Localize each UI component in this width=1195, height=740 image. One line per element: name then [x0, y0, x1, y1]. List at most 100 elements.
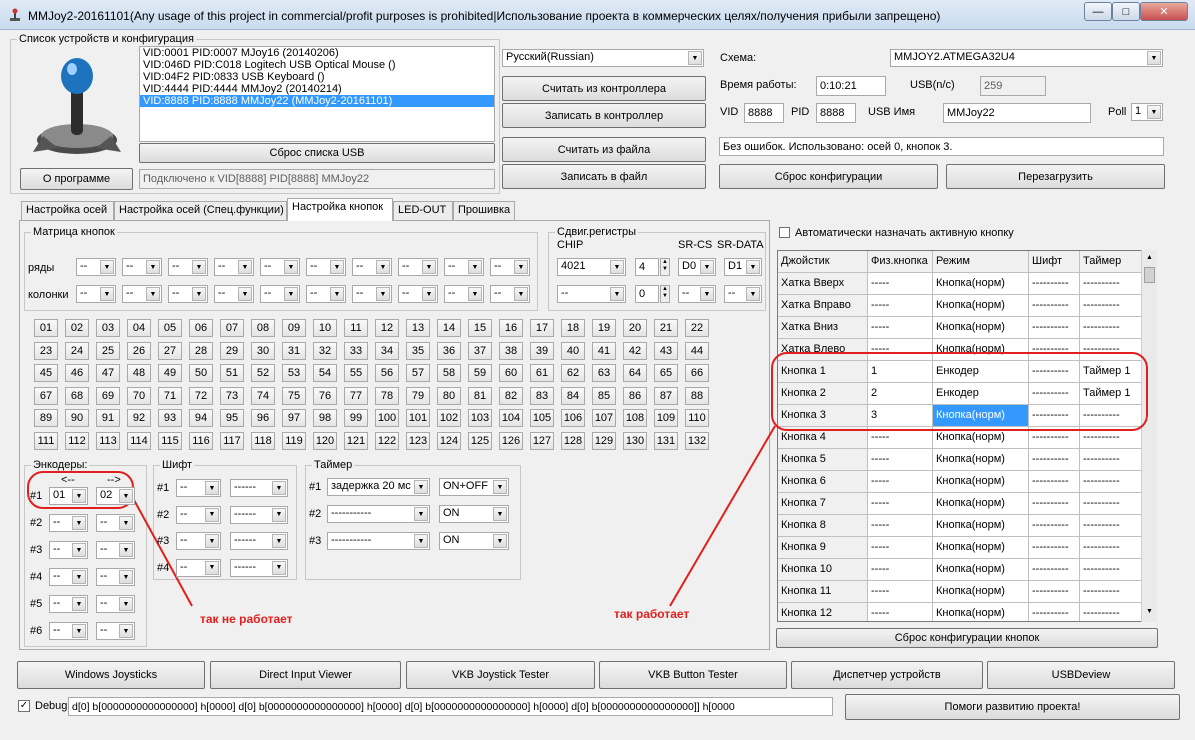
button-number-45[interactable]: 45: [34, 364, 58, 382]
sr-count-2[interactable]: 0: [635, 285, 659, 303]
timer-delay-select-3[interactable]: ----------- ▼: [327, 532, 430, 550]
scroll-up-icon[interactable]: ▲: [1143, 251, 1156, 265]
matrix-col-select[interactable]: -- ▼: [214, 285, 254, 303]
button-number-38[interactable]: 38: [499, 341, 523, 360]
table-cell[interactable]: ----------: [1029, 317, 1080, 339]
table-cell[interactable]: ----------: [1029, 493, 1080, 515]
table-cell[interactable]: -----: [868, 273, 933, 295]
encoder-right-select[interactable]: -- ▼: [96, 568, 135, 586]
reset-config-button[interactable]: Сброс конфигурации: [719, 164, 938, 189]
tab-axes-special[interactable]: Настройка осей (Спец.функции): [114, 201, 287, 220]
button-number-57[interactable]: 57: [406, 364, 430, 382]
tab-led-out[interactable]: LED-OUT: [393, 201, 453, 220]
table-cell[interactable]: Кнопка(норм): [933, 515, 1029, 537]
table-cell[interactable]: ----------: [1029, 603, 1080, 621]
timer-delay-select-1[interactable]: задержка 20 мс ▼: [327, 478, 430, 496]
button-number-128[interactable]: 128: [561, 431, 585, 450]
button-number-22[interactable]: 22: [685, 319, 709, 337]
button-number-8[interactable]: 08: [251, 319, 275, 337]
button-number-74[interactable]: 74: [251, 386, 275, 405]
matrix-col-select[interactable]: -- ▼: [490, 285, 530, 303]
button-number-44[interactable]: 44: [685, 341, 709, 360]
timer-mode-select-3[interactable]: ON ▼: [439, 532, 509, 550]
button-number-23[interactable]: 23: [34, 341, 58, 360]
button-number-11[interactable]: 11: [344, 319, 368, 337]
minimize-button[interactable]: —: [1084, 2, 1112, 21]
button-number-97[interactable]: 97: [282, 409, 306, 427]
button-number-61[interactable]: 61: [530, 364, 554, 382]
table-cell[interactable]: -----: [868, 449, 933, 471]
table-cell[interactable]: Кнопка 12: [778, 603, 868, 621]
button-number-129[interactable]: 129: [592, 431, 616, 450]
button-number-39[interactable]: 39: [530, 341, 554, 360]
shift-select[interactable]: -- ▼: [176, 532, 221, 550]
button-number-17[interactable]: 17: [530, 319, 554, 337]
button-number-13[interactable]: 13: [406, 319, 430, 337]
matrix-row-select[interactable]: -- ▼: [352, 258, 392, 276]
table-cell[interactable]: Кнопка(норм): [933, 449, 1029, 471]
sr-cs-select-2[interactable]: -- ▼: [678, 285, 716, 303]
button-number-36[interactable]: 36: [437, 341, 461, 360]
button-number-76[interactable]: 76: [313, 386, 337, 405]
button-number-40[interactable]: 40: [561, 341, 585, 360]
sr-cs-select-1[interactable]: D0 ▼: [678, 258, 716, 276]
button-number-26[interactable]: 26: [127, 341, 151, 360]
close-button[interactable]: ✕: [1140, 2, 1188, 21]
button-number-83[interactable]: 83: [530, 386, 554, 405]
button-number-123[interactable]: 123: [406, 431, 430, 450]
matrix-row-select[interactable]: -- ▼: [398, 258, 438, 276]
matrix-col-select[interactable]: -- ▼: [168, 285, 208, 303]
reset-usb-list-button[interactable]: Сброс списка USB: [139, 143, 495, 163]
table-cell[interactable]: Кнопка 11: [778, 581, 868, 603]
read-file-button[interactable]: Считать из файла: [502, 137, 706, 162]
matrix-col-select[interactable]: -- ▼: [306, 285, 346, 303]
table-cell[interactable]: ----------: [1080, 471, 1142, 493]
button-number-70[interactable]: 70: [127, 386, 151, 405]
button-number-127[interactable]: 127: [530, 431, 554, 450]
table-cell[interactable]: -----: [868, 559, 933, 581]
table-cell[interactable]: ----------: [1029, 559, 1080, 581]
button-number-109[interactable]: 109: [654, 409, 678, 427]
button-number-9[interactable]: 09: [282, 319, 306, 337]
reset-buttons-config-button[interactable]: Сброс конфигурации кнопок: [776, 628, 1158, 648]
button-number-75[interactable]: 75: [282, 386, 306, 405]
button-number-16[interactable]: 16: [499, 319, 523, 337]
button-number-50[interactable]: 50: [189, 364, 213, 382]
read-controller-button[interactable]: Считать из контроллера: [502, 76, 706, 101]
table-cell[interactable]: -----: [868, 493, 933, 515]
button-number-98[interactable]: 98: [313, 409, 337, 427]
table-cell[interactable]: Хатка Вверх: [778, 273, 868, 295]
button-number-66[interactable]: 66: [685, 364, 709, 382]
button-number-112[interactable]: 112: [65, 431, 89, 450]
support-project-button[interactable]: Помоги развитию проекта!: [845, 694, 1180, 720]
button-number-104[interactable]: 104: [499, 409, 523, 427]
button-number-28[interactable]: 28: [189, 341, 213, 360]
button-number-72[interactable]: 72: [189, 386, 213, 405]
table-cell[interactable]: ----------: [1080, 559, 1142, 581]
button-number-55[interactable]: 55: [344, 364, 368, 382]
device-list-item[interactable]: VID:8888 PID:8888 MMJoy22 (MMJoy2-201611…: [140, 95, 494, 107]
button-number-35[interactable]: 35: [406, 341, 430, 360]
button-number-114[interactable]: 114: [127, 431, 151, 450]
button-number-46[interactable]: 46: [65, 364, 89, 382]
timer-delay-select-2[interactable]: ----------- ▼: [327, 505, 430, 523]
button-number-31[interactable]: 31: [282, 341, 306, 360]
button-number-121[interactable]: 121: [344, 431, 368, 450]
table-cell[interactable]: -----: [868, 295, 933, 317]
table-cell[interactable]: Кнопка(норм): [933, 273, 1029, 295]
button-number-125[interactable]: 125: [468, 431, 492, 450]
button-number-10[interactable]: 10: [313, 319, 337, 337]
matrix-col-select[interactable]: -- ▼: [444, 285, 484, 303]
button-number-93[interactable]: 93: [158, 409, 182, 427]
button-number-126[interactable]: 126: [499, 431, 523, 450]
button-number-2[interactable]: 02: [65, 319, 89, 337]
stepper-icon[interactable]: ▲ ▼: [660, 285, 670, 303]
button-number-12[interactable]: 12: [375, 319, 399, 337]
table-cell[interactable]: -----: [868, 603, 933, 621]
button-number-103[interactable]: 103: [468, 409, 492, 427]
button-number-59[interactable]: 59: [468, 364, 492, 382]
button-number-47[interactable]: 47: [96, 364, 120, 382]
scroll-thumb[interactable]: [1144, 267, 1155, 283]
maximize-button[interactable]: □: [1112, 2, 1140, 21]
button-number-20[interactable]: 20: [623, 319, 647, 337]
